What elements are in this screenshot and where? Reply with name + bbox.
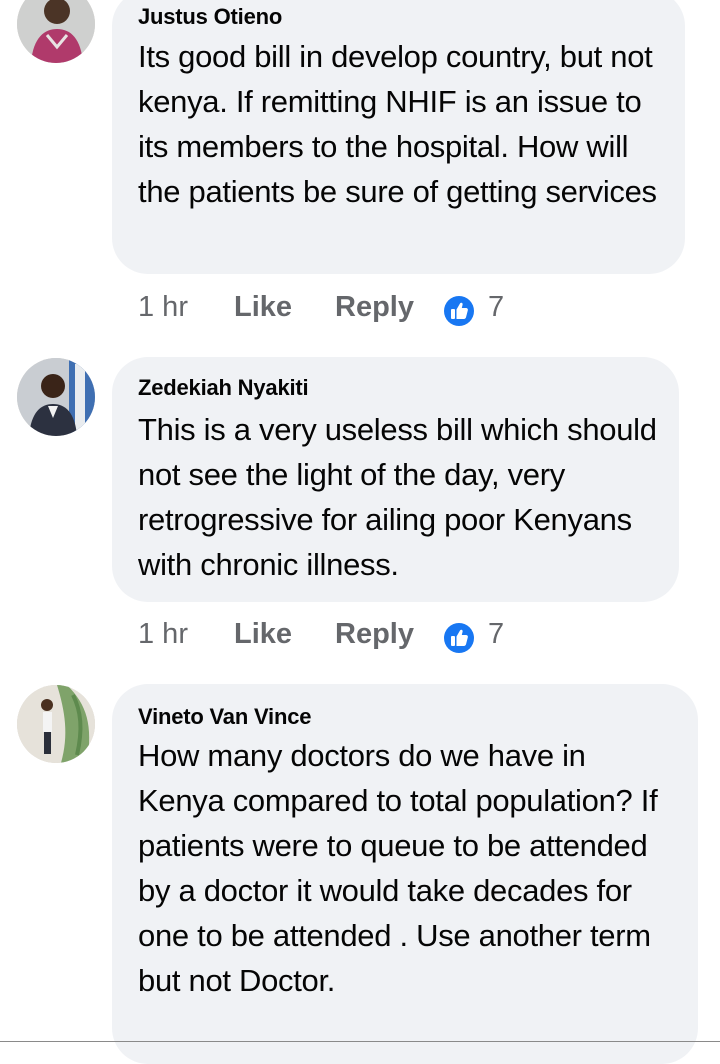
like-button[interactable]: Like: [234, 291, 292, 324]
reaction-count[interactable]: 7: [488, 618, 504, 651]
reaction-count[interactable]: 7: [488, 291, 504, 324]
avatar[interactable]: [17, 358, 95, 436]
comment-author[interactable]: Justus Otieno: [138, 4, 282, 30]
reply-button[interactable]: Reply: [335, 618, 414, 651]
thumbs-up-icon[interactable]: [443, 622, 475, 654]
divider: [0, 1041, 720, 1042]
comment-bubble: Vineto Van Vince How many doctors do we …: [112, 684, 698, 1064]
avatar[interactable]: [17, 685, 95, 763]
comment-text: This is a very useless bill which should…: [138, 412, 657, 582]
comment-text: How many doctors do we have in Kenya com…: [138, 738, 658, 998]
comment-timestamp[interactable]: 1 hr: [138, 618, 188, 651]
reply-button[interactable]: Reply: [335, 291, 414, 324]
comment-bubble: Zedekiah Nyakiti This is a very useless …: [112, 357, 679, 602]
comment-timestamp[interactable]: 1 hr: [138, 291, 188, 324]
like-button[interactable]: Like: [234, 618, 292, 651]
thumbs-up-icon[interactable]: [443, 295, 475, 327]
comment-author[interactable]: Vineto Van Vince: [138, 704, 311, 730]
avatar[interactable]: [17, 0, 95, 63]
comment-author[interactable]: Zedekiah Nyakiti: [138, 375, 309, 401]
comment-text: Its good bill in develop country, but no…: [138, 39, 657, 209]
comment-bubble: Justus Otieno Its good bill in develop c…: [112, 0, 685, 274]
